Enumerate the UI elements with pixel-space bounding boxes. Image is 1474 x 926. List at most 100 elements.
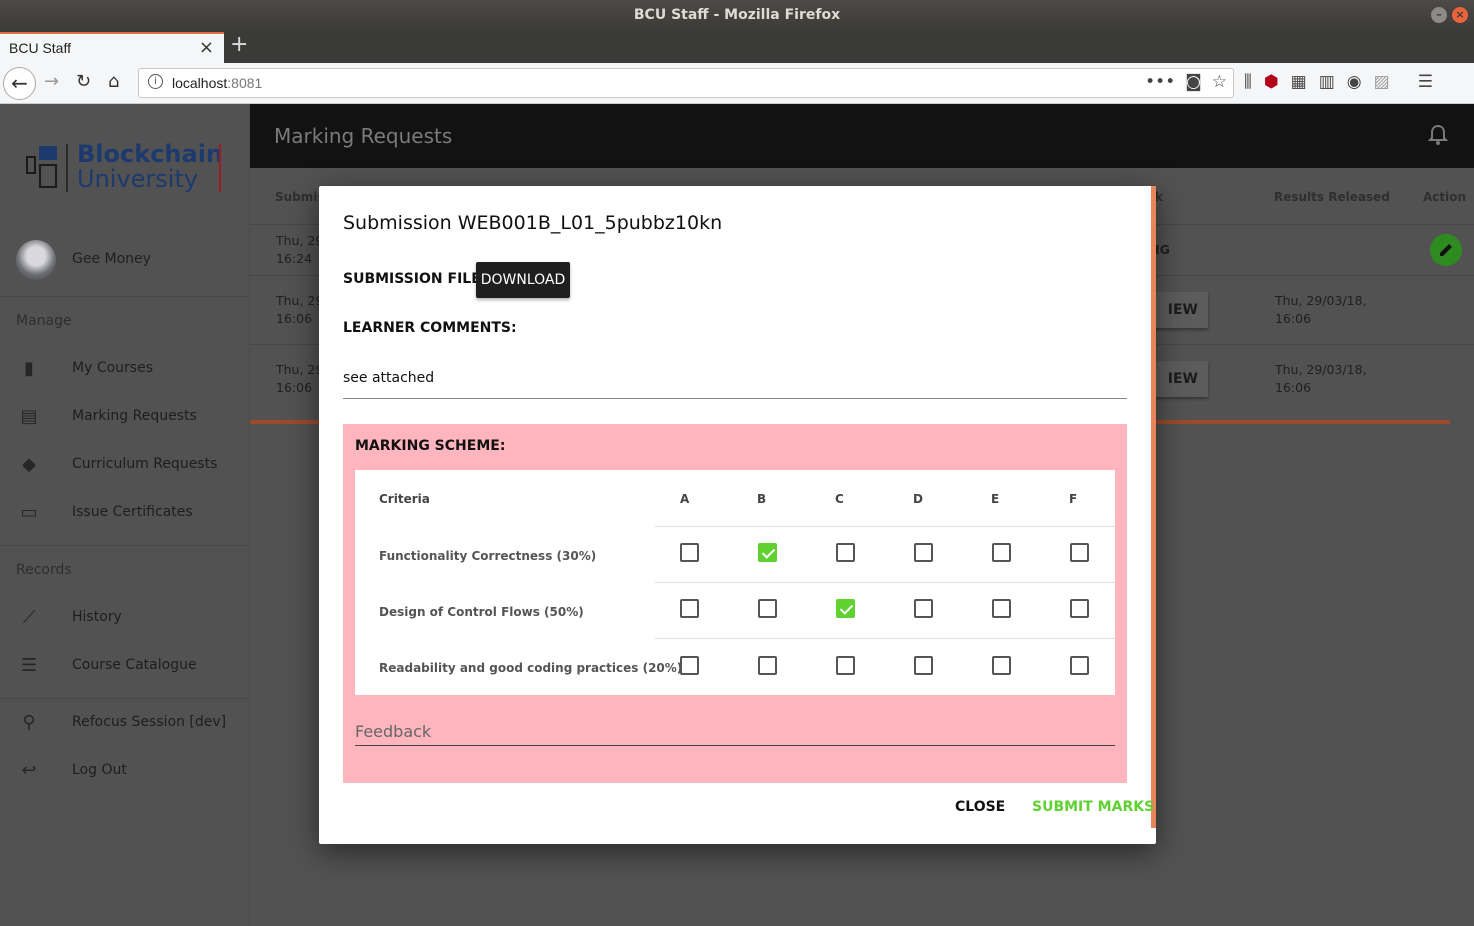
grade-checkbox[interactable]	[680, 543, 699, 562]
translate-icon[interactable]: ▨	[1374, 72, 1390, 92]
tab-close-icon[interactable]: ×	[199, 37, 214, 58]
marking-dialog: Submission WEB001B_L01_5pubbz10kn SUBMIS…	[319, 186, 1156, 844]
table-cell-mark: IG	[1155, 242, 1170, 257]
back-icon[interactable]: ←	[3, 67, 36, 100]
sidebar-item-curriculum-requests[interactable]: ◆ Curriculum Requests	[0, 441, 250, 489]
list-icon: ☰	[20, 655, 38, 676]
table-cell-released: Thu, 29/03/18, 16:06	[1275, 362, 1367, 395]
sidebar-item-course-catalogue[interactable]: ☰ Course Catalogue	[0, 642, 250, 690]
user-name: Gee Money	[72, 251, 151, 267]
app-bar: Marking Requests	[250, 104, 1474, 168]
close-window-icon[interactable]: ×	[1452, 7, 1468, 23]
grade-header: B	[757, 492, 767, 506]
column-header-results-released: Results Released	[1274, 190, 1390, 204]
sidebar-item-issue-certificates[interactable]: ▭ Issue Certificates	[0, 489, 250, 537]
dialog-scrollbar[interactable]	[1151, 186, 1156, 828]
grade-checkbox[interactable]	[914, 599, 933, 618]
reload-icon[interactable]: ↻	[76, 71, 91, 92]
grade-checkbox[interactable]	[758, 543, 777, 562]
edit-button[interactable]	[1430, 234, 1462, 266]
home-icon[interactable]: ⌂	[108, 71, 119, 92]
window-title: BCU Staff - Mozilla Firefox	[633, 7, 841, 23]
submit-marks-button[interactable]: SUBMIT MARKS	[1032, 799, 1154, 815]
download-button[interactable]: DOWNLOAD	[476, 262, 570, 298]
table-cell-submitted: Thu, 29 16:06	[276, 362, 324, 395]
submission-file-label: SUBMISSION FILE:	[343, 271, 487, 287]
column-header-mark: k	[1155, 190, 1163, 204]
criteria-header: Criteria	[379, 492, 430, 506]
grade-checkbox[interactable]	[758, 656, 777, 675]
wallet-icon[interactable]: ◉	[1347, 72, 1362, 92]
sidebar-toggle-icon[interactable]: ▥	[1319, 72, 1335, 92]
menu-icon[interactable]: ☰	[1418, 72, 1433, 92]
grade-checkbox[interactable]	[836, 599, 855, 618]
page-actions-icon[interactable]: •••	[1145, 72, 1175, 92]
criterion-label: Readability and good coding practices (2…	[379, 661, 683, 675]
records-section-label: Records	[16, 562, 72, 578]
reply-icon: ↩	[21, 760, 37, 781]
close-button[interactable]: CLOSE	[955, 799, 1005, 815]
grade-header: D	[913, 492, 923, 506]
app-sidebar: Blockchain University Gee Money Manage ▮ …	[0, 104, 250, 926]
certificate-icon: ▭	[20, 502, 38, 523]
marking-scheme-panel: MARKING SCHEME: Criteria A B C D E F Fun…	[343, 424, 1127, 783]
page-title: Marking Requests	[274, 124, 453, 148]
forward-icon[interactable]: →	[44, 71, 59, 92]
dialog-title: Submission WEB001B_L01_5pubbz10kn	[343, 212, 723, 234]
sidebar-item-marking-requests[interactable]: ▤ Marking Requests	[0, 393, 250, 441]
pencil-icon	[1440, 244, 1452, 256]
grade-checkbox[interactable]	[758, 599, 777, 618]
tab-bar: BCU Staff × +	[0, 30, 1474, 63]
sidebar-item-log-out[interactable]: ↩ Log Out	[0, 747, 250, 795]
grade-checkbox[interactable]	[1070, 599, 1089, 618]
table-cell-submitted: Thu, 29 16:06	[276, 293, 324, 326]
grade-checkbox[interactable]	[914, 656, 933, 675]
feedback-input[interactable]: Feedback	[355, 722, 431, 741]
browser-tab[interactable]: BCU Staff ×	[0, 32, 224, 63]
criterion-label: Design of Control Flows (50%)	[379, 605, 584, 619]
trend-icon: ⟋	[22, 607, 36, 628]
learner-comments-label: LEARNER COMMENTS:	[343, 320, 517, 336]
grade-checkbox[interactable]	[992, 543, 1011, 562]
learner-comments-value: see attached	[343, 370, 435, 386]
marking-grid: Criteria A B C D E F Functionality Corre…	[355, 470, 1115, 695]
manage-section-label: Manage	[16, 313, 72, 329]
grade-checkbox[interactable]	[1070, 543, 1089, 562]
navigation-bar: ← → ↻ ⌂ i localhost:8081 ••• ◙ ☆ ⫼ ⬢ ▦ ▥…	[0, 63, 1474, 104]
grade-checkbox[interactable]	[836, 543, 855, 562]
table-cell-submitted: Thu, 29 16:24	[276, 233, 324, 266]
extensions-icon[interactable]: ▦	[1291, 72, 1307, 92]
new-tab-icon[interactable]: +	[230, 32, 248, 57]
url-text[interactable]: localhost:8081	[172, 75, 262, 91]
grade-header: E	[991, 492, 1000, 506]
walk-icon: ⚲	[22, 712, 36, 733]
grade-checkbox[interactable]	[914, 543, 933, 562]
grade-checkbox[interactable]	[680, 599, 699, 618]
sidebar-item-refocus-session[interactable]: ⚲ Refocus Session [dev]	[0, 699, 250, 747]
avatar	[16, 240, 56, 280]
grade-header: C	[835, 492, 844, 506]
bookmark-star-icon[interactable]: ☆	[1212, 72, 1227, 92]
book-icon: ▮	[24, 358, 34, 379]
criterion-label: Functionality Correctness (30%)	[379, 549, 597, 563]
window-titlebar: BCU Staff - Mozilla Firefox – ×	[0, 0, 1474, 30]
grade-checkbox[interactable]	[1070, 656, 1089, 675]
grade-checkbox[interactable]	[836, 656, 855, 675]
site-info-icon[interactable]: i	[148, 74, 163, 89]
library-icon[interactable]: ⫼	[1244, 72, 1252, 92]
grade-checkbox[interactable]	[680, 656, 699, 675]
pocket-icon[interactable]: ◙	[1185, 72, 1202, 92]
sidebar-item-my-courses[interactable]: ▮ My Courses	[0, 345, 250, 393]
notification-bell-icon[interactable]	[1428, 124, 1448, 146]
clipboard-icon: ▤	[20, 406, 38, 427]
school-icon: ◆	[22, 454, 36, 475]
grade-header: A	[680, 492, 690, 506]
ublock-icon[interactable]: ⬢	[1264, 72, 1279, 92]
sidebar-item-history[interactable]: ⟋ History	[0, 594, 250, 642]
url-bar[interactable]: i localhost:8081 ••• ◙ ☆	[138, 68, 1234, 98]
grade-checkbox[interactable]	[992, 656, 1011, 675]
grade-header: F	[1069, 492, 1078, 506]
grade-checkbox[interactable]	[992, 599, 1011, 618]
minimize-icon[interactable]: –	[1431, 7, 1447, 23]
tab-title: BCU Staff	[9, 40, 71, 56]
